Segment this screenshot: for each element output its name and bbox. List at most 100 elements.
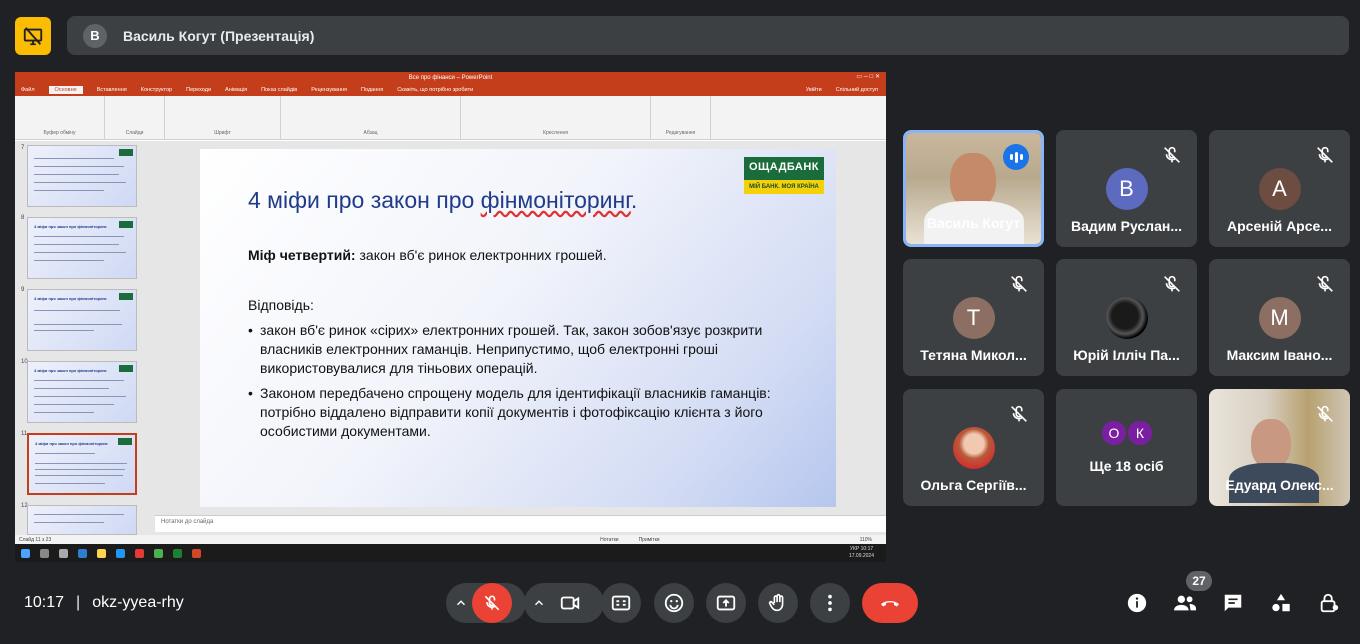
excel-icon[interactable] bbox=[173, 548, 182, 558]
windows-taskbar: УКР 10:17 17.09.2024 bbox=[15, 544, 886, 562]
thumb-title: 4 міфи про закон про фінмоніторинг. bbox=[35, 441, 109, 446]
present-screen-button[interactable] bbox=[706, 583, 746, 623]
info-icon bbox=[1127, 593, 1147, 613]
share-link[interactable]: Спільний доступ bbox=[836, 87, 878, 93]
skype-icon[interactable] bbox=[116, 548, 125, 558]
window-controls: ▭ ─ □ ✕ bbox=[856, 74, 880, 80]
lock-person-icon bbox=[1320, 593, 1339, 613]
meeting-time: 10:17 bbox=[24, 594, 65, 611]
explorer-icon[interactable] bbox=[97, 548, 106, 558]
myth-line: Міф четвертий: закон вб'є ринок електрон… bbox=[248, 247, 607, 263]
ribbon-group-drawing[interactable]: Креслення bbox=[461, 96, 651, 139]
tab-insert[interactable]: Вставлення bbox=[97, 87, 127, 93]
notes-toggle[interactable]: Нотатки bbox=[600, 537, 618, 543]
mic-off-icon bbox=[1011, 405, 1027, 422]
participant-tile[interactable]: М Максим Івано... bbox=[1209, 259, 1350, 376]
opera-icon[interactable] bbox=[135, 548, 144, 558]
participant-tile[interactable]: Едуард Олекс... bbox=[1209, 389, 1350, 506]
mic-toggle-button[interactable] bbox=[472, 583, 512, 623]
participant-tile[interactable]: А Арсеній Арсе... bbox=[1209, 130, 1350, 247]
meeting-details-button[interactable] bbox=[1123, 589, 1151, 617]
tell-me-box[interactable]: Скажіть, що потрібно зробити bbox=[397, 87, 473, 93]
presenter-banner[interactable]: В Василь Когут (Презентація) bbox=[67, 16, 1349, 55]
chat-button[interactable] bbox=[1219, 589, 1247, 617]
people-button[interactable] bbox=[1171, 589, 1199, 617]
tab-file[interactable]: Файл bbox=[21, 87, 35, 93]
participant-tile-speaking[interactable]: Василь Когут bbox=[903, 130, 1044, 247]
participant-avatar: В bbox=[1105, 168, 1148, 210]
tab-home[interactable]: Основне bbox=[48, 86, 83, 94]
tab-transitions[interactable]: Переходи bbox=[186, 87, 211, 93]
windows-start-icon[interactable] bbox=[21, 548, 30, 558]
tab-animations[interactable]: Анімація bbox=[225, 87, 247, 93]
activities-button[interactable] bbox=[1267, 589, 1295, 617]
mic-off-icon bbox=[1317, 275, 1333, 292]
participant-name: Василь Когут bbox=[926, 215, 1021, 231]
more-options-button[interactable] bbox=[810, 583, 850, 623]
oschadbank-logo: ОЩАДБАНК МІЙ БАНК. МОЯ КРАЇНА bbox=[744, 157, 824, 194]
mic-off-icon bbox=[1011, 275, 1027, 292]
camera-toggle-button[interactable] bbox=[550, 583, 590, 623]
tab-slideshow[interactable]: Показ слайдів bbox=[261, 87, 297, 93]
comments-toggle[interactable]: Примітки bbox=[639, 537, 660, 543]
bullet-2: Законом передбачено спрощену модель для … bbox=[248, 384, 788, 441]
slide-thumb[interactable]: 4 міфи про закон про фінмоніторинг. bbox=[27, 289, 137, 351]
more-participants-tile[interactable]: О К Ще 18 осіб bbox=[1056, 389, 1197, 506]
captions-button[interactable] bbox=[601, 583, 641, 623]
reactions-button[interactable] bbox=[654, 583, 694, 623]
search-icon[interactable] bbox=[40, 548, 49, 558]
people-icon bbox=[1174, 595, 1196, 611]
notes-pane[interactable]: Нотатки до слайда bbox=[155, 515, 886, 532]
participant-name: Ольга Сергіїв... bbox=[920, 477, 1027, 493]
ribbon-group-slides[interactable]: Слайди bbox=[105, 96, 165, 139]
ribbon-group-clipboard[interactable]: Буфер обміну bbox=[15, 96, 105, 139]
current-slide[interactable]: ОЩАДБАНК МІЙ БАНК. МОЯ КРАЇНА 4 міфи про… bbox=[200, 149, 836, 507]
participant-tile[interactable]: В Вадим Руслан... bbox=[1056, 130, 1197, 247]
captions-icon bbox=[611, 595, 631, 611]
tab-view[interactable]: Подання bbox=[361, 87, 383, 93]
mic-off-icon bbox=[1317, 405, 1333, 422]
participant-tile[interactable]: Юрій Ілліч Па... bbox=[1056, 259, 1197, 376]
ribbon-group-paragraph[interactable]: Абзац bbox=[281, 96, 461, 139]
tab-design[interactable]: Конструктор bbox=[141, 87, 172, 93]
answer-label: Відповідь: bbox=[248, 297, 314, 313]
ribbon-group-editing[interactable]: Редагування bbox=[651, 96, 711, 139]
powerpoint-icon[interactable] bbox=[192, 548, 201, 558]
ppt-window-title: Все про фінанси – PowerPoint bbox=[408, 75, 493, 81]
raise-hand-button[interactable] bbox=[758, 583, 798, 623]
emoji-icon bbox=[664, 593, 684, 613]
shared-screen: Все про фінанси – PowerPoint ▭ ─ □ ✕ Фай… bbox=[15, 72, 886, 562]
slide-thumb-selected[interactable]: 4 міфи про закон про фінмоніторинг. bbox=[27, 433, 137, 495]
participant-name: Едуард Олекс... bbox=[1225, 477, 1334, 493]
myth-label: Міф четвертий: bbox=[248, 247, 356, 263]
ribbon-group-font[interactable]: Шрифт bbox=[165, 96, 281, 139]
participant-avatar-image bbox=[952, 427, 995, 469]
tab-review[interactable]: Рецензування bbox=[311, 87, 347, 93]
participant-tile[interactable]: Ольга Сергіїв... bbox=[903, 389, 1044, 506]
participant-count-badge: 27 bbox=[1186, 571, 1212, 591]
task-view-icon[interactable] bbox=[59, 548, 68, 558]
logo-text: ОЩАДБАНК bbox=[748, 161, 820, 173]
slide-thumb[interactable] bbox=[27, 145, 137, 207]
slide-thumb[interactable]: 4 міфи про закон про фінмоніторинг. bbox=[27, 217, 137, 279]
sign-in-link[interactable]: Увійти bbox=[806, 87, 822, 93]
leave-call-button[interactable] bbox=[862, 583, 918, 623]
host-controls-button[interactable] bbox=[1315, 589, 1343, 617]
ppt-ribbon: Буфер обміну Слайди Шрифт Абзац Кресленн… bbox=[15, 96, 886, 140]
zoom-level[interactable]: 110% bbox=[860, 537, 872, 543]
participant-tile[interactable]: Т Тетяна Микол... bbox=[903, 259, 1044, 376]
chrome-icon[interactable] bbox=[154, 548, 163, 558]
title-word: фінмоніторинг bbox=[480, 187, 631, 213]
title-suffix: . bbox=[630, 187, 638, 213]
tray-language: УКР bbox=[849, 546, 860, 552]
edge-icon[interactable] bbox=[78, 548, 87, 558]
more-vert-icon bbox=[828, 594, 832, 612]
presentation-off-icon[interactable] bbox=[15, 17, 51, 55]
thumb-title: 4 міфи про закон про фінмоніторинг. bbox=[34, 368, 108, 373]
tray-clock[interactable]: УКР 10:17 17.09.2024 bbox=[849, 546, 874, 560]
slide-title: 4 міфи про закон про фінмоніторинг. bbox=[248, 187, 637, 214]
hang-up-icon bbox=[881, 601, 899, 607]
myth-text: закон вб'є ринок електронних грошей. bbox=[355, 247, 607, 263]
slide-thumb[interactable] bbox=[27, 505, 137, 535]
slide-thumb[interactable]: 4 міфи про закон про фінмоніторинг. bbox=[27, 361, 137, 423]
